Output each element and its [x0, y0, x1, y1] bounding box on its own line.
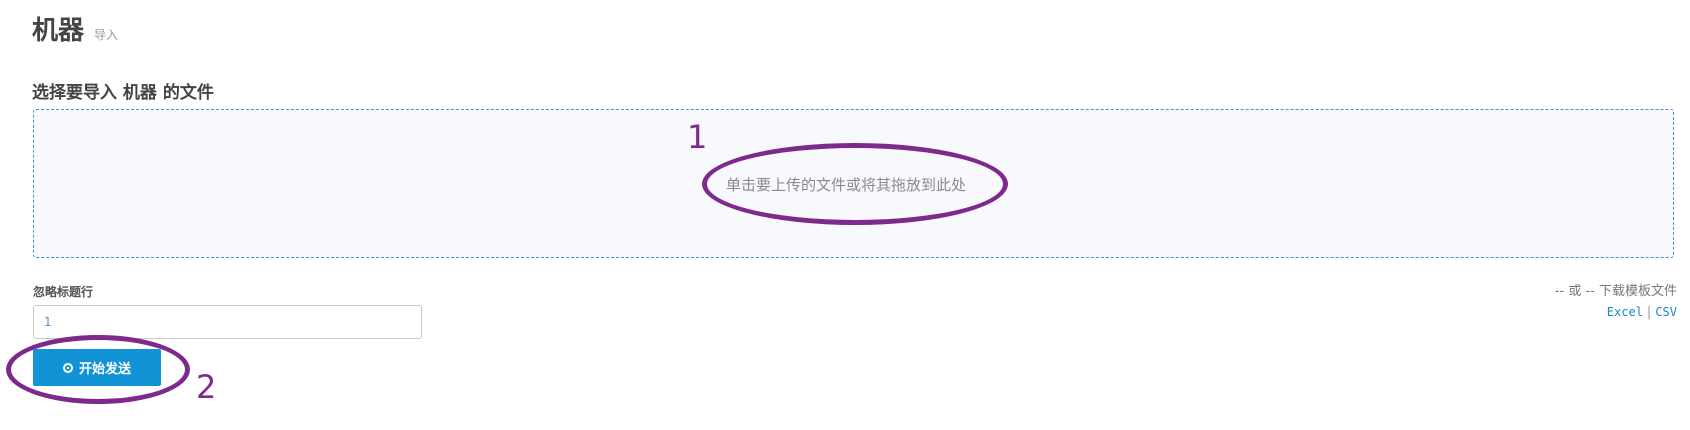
section-heading: 选择要导入 机器 的文件: [32, 83, 214, 103]
page-title: 机器 导入: [32, 10, 118, 47]
csv-template-link[interactable]: CSV: [1655, 305, 1677, 319]
annotation-number-2: 2: [196, 368, 217, 406]
ignore-header-input[interactable]: [33, 305, 422, 339]
annotation-ellipse-1: [702, 143, 1008, 225]
template-intro: -- 或 -- 下载模板文件: [1554, 284, 1677, 299]
page-title-text: 机器: [32, 16, 85, 46]
excel-template-link[interactable]: Excel: [1607, 305, 1643, 319]
annotation-number-1: 1: [687, 118, 708, 156]
template-downloads: -- 或 -- 下载模板文件 Excel | CSV: [1555, 280, 1677, 320]
annotation-ellipse-2: [6, 335, 190, 404]
template-links: Excel | CSV: [1555, 305, 1677, 320]
link-separator: |: [1646, 305, 1652, 320]
page-subtitle: 导入: [94, 28, 119, 42]
ignore-header-label: 忽略标题行: [33, 285, 94, 299]
